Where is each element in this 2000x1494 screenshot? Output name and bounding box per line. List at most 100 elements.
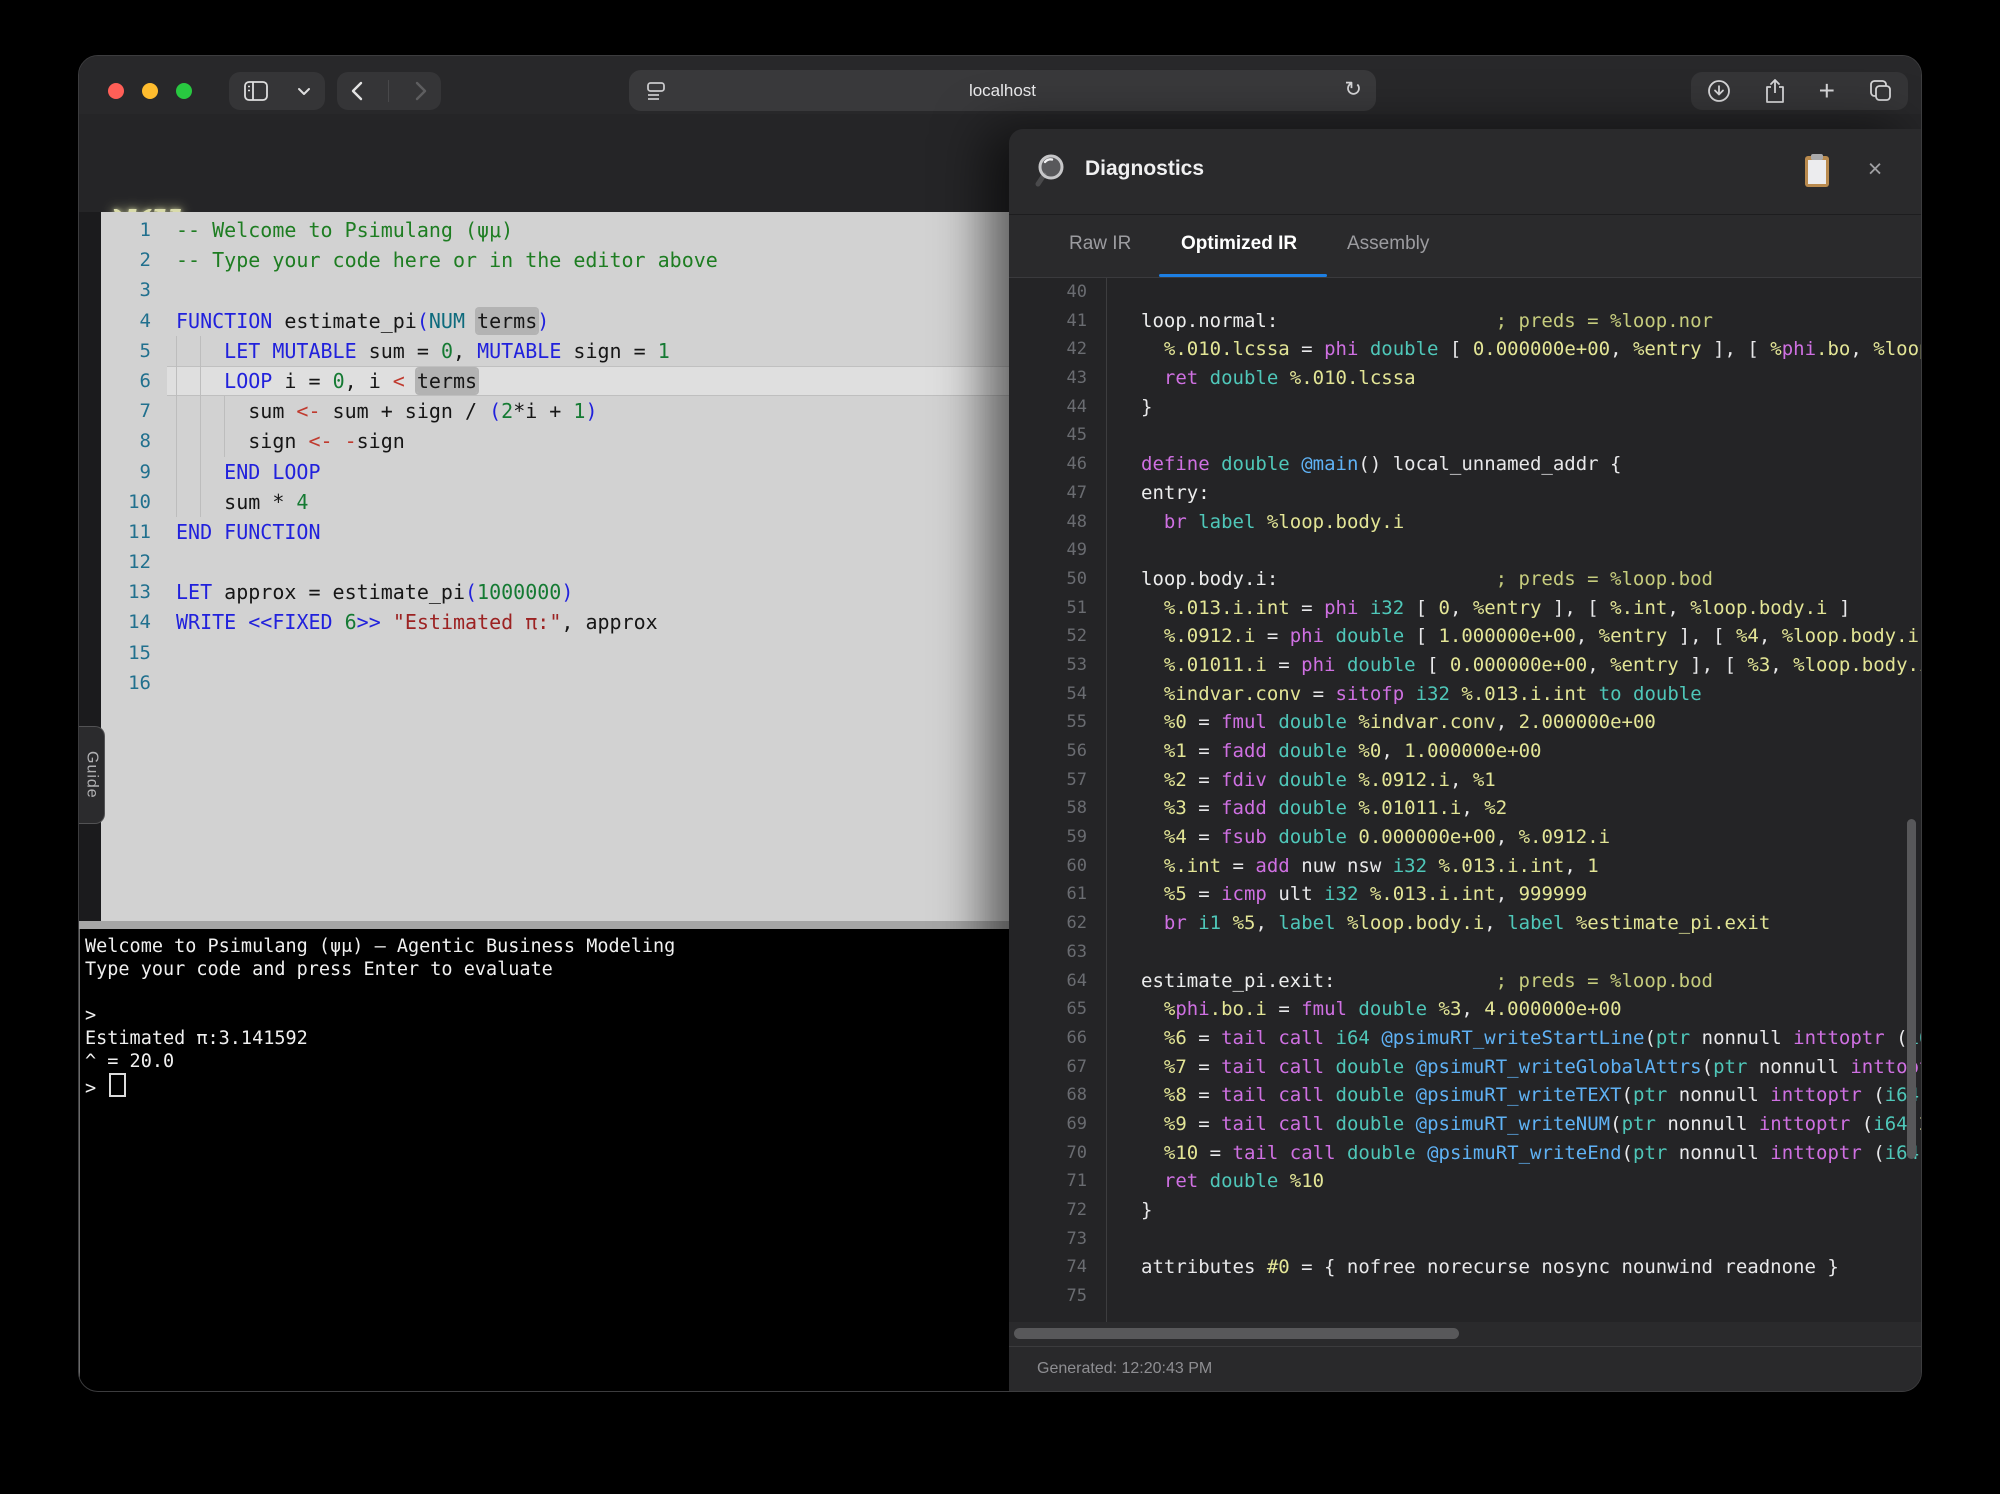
share-button[interactable] <box>1764 78 1786 104</box>
line-code: %9 = tail call double @psimuRT_writeNUM(… <box>1163 1112 1921 1135</box>
forward-icon <box>415 81 427 101</box>
line-number: 63 <box>1066 941 1087 962</box>
line-number: 43 <box>1066 368 1087 389</box>
line-number: 75 <box>1066 1286 1087 1307</box>
url-bar[interactable]: localhost ↻ <box>629 70 1376 111</box>
ir-line: 58 %3 = fadd double %.01011.i, %2 <box>1009 794 1921 823</box>
sidebar-toggle-button[interactable] <box>243 80 269 102</box>
tab-assembly[interactable]: Assembly <box>1347 233 1429 255</box>
ir-line: 42 %.010.lcssa = phi double [ 0.000000e+… <box>1009 335 1921 364</box>
close-window-button[interactable] <box>108 83 124 99</box>
active-tab-underline <box>1159 274 1327 277</box>
nav-divider <box>388 80 390 102</box>
line-number: 49 <box>1066 540 1087 561</box>
line-number: 47 <box>1066 482 1087 503</box>
ir-line: 69 %9 = tail call double @psimuRT_writeN… <box>1009 1110 1921 1139</box>
line-number: 55 <box>1066 712 1087 733</box>
line-number: 74 <box>1066 1257 1087 1278</box>
close-icon: × <box>1867 155 1883 183</box>
editor-line: 13 LET approx = estimate_pi(1000000) <box>79 577 1009 607</box>
line-code: sign <- -sign <box>176 429 405 454</box>
line-number: 71 <box>1066 1171 1087 1192</box>
line-number: 52 <box>1066 626 1087 647</box>
editor-line: 4 FUNCTION estimate_pi(NUM terms) <box>79 306 1009 336</box>
terminal[interactable]: Welcome to Psimulang (ψμ) – Agentic Busi… <box>79 929 1009 1391</box>
line-code: END FUNCTION <box>176 519 321 544</box>
tab-raw-ir[interactable]: Raw IR <box>1069 233 1131 255</box>
ir-line: 53 %.01011.i = phi double [ 0.000000e+00… <box>1009 651 1922 680</box>
generated-timestamp: Generated: 12:20:43 PM <box>1037 1360 1213 1377</box>
terminal-line: > <box>85 1073 675 1099</box>
editor-terminal-divider[interactable] <box>79 921 1009 929</box>
download-icon <box>1708 80 1731 102</box>
zoom-window-button[interactable] <box>176 83 192 99</box>
line-number: 4 <box>139 309 151 332</box>
line-number: 73 <box>1066 1228 1087 1249</box>
ir-line: 52 %.0912.i = phi double [ 1.000000e+00,… <box>1009 622 1921 651</box>
chevron-down-icon <box>298 87 310 95</box>
ir-line: 73 <box>1009 1225 1921 1254</box>
line-number: 40 <box>1066 282 1087 302</box>
line-number: 58 <box>1066 798 1087 819</box>
ir-code-view[interactable]: 40 41 loop.normal: ; preds = %loop.nor 42 %… <box>1009 278 1922 1322</box>
line-number: 6 <box>139 369 151 392</box>
line-code: %.01011.i = phi double [ 0.000000e+00, %… <box>1163 653 1922 676</box>
guide-tab-label: Guide <box>83 751 101 799</box>
line-number: 16 <box>128 671 151 694</box>
line-number: 64 <box>1066 970 1087 991</box>
line-number: 10 <box>128 490 151 513</box>
line-number: 1 <box>139 219 151 241</box>
code-editor[interactable]: 1 -- Welcome to Psimulang (ψμ) 2 -- Type yo… <box>79 212 1009 921</box>
copy-to-clipboard-button[interactable] <box>1803 153 1831 189</box>
minimize-window-button[interactable] <box>142 83 158 99</box>
line-code: -- Welcome to Psimulang (ψμ) <box>176 218 514 242</box>
line-number: 15 <box>128 641 151 664</box>
line-code: br i1 %5, label %loop.body.i, label %est… <box>1163 912 1771 935</box>
ir-line: 68 %8 = tail call double @psimuRT_writeT… <box>1009 1081 1921 1110</box>
tab-overview-button[interactable] <box>1868 79 1892 103</box>
ir-line: 56 %1 = fadd double %0, 1.000000e+00 <box>1009 737 1921 766</box>
ir-line: 67 %7 = tail call double @psimuRT_writeG… <box>1009 1053 1921 1082</box>
close-panel-button[interactable]: × <box>1857 151 1893 187</box>
editor-line: 16 <box>79 668 1009 698</box>
line-code: loop.body.i: ; preds = %loop.bod <box>1141 567 1713 590</box>
ir-line: 61 %5 = icmp ult i32 %.013.i.int, 999999 <box>1009 880 1921 909</box>
gutter-divider <box>1106 278 1107 1322</box>
line-number: 65 <box>1066 999 1087 1020</box>
line-code: %2 = fdiv double %.0912.i, %1 <box>1163 768 1496 791</box>
ir-line: 45 <box>1009 421 1921 450</box>
terminal-output: Welcome to Psimulang (ψμ) – Agentic Busi… <box>85 935 676 1099</box>
line-number: 54 <box>1066 683 1087 704</box>
line-code: %0 = fmul double %indvar.conv, 2.000000e… <box>1163 711 1656 734</box>
line-code: %.013.i.int = phi i32 [ 0, %entry ], [ %… <box>1163 596 1851 619</box>
sidebar-chevron-button[interactable] <box>297 87 311 96</box>
downloads-button[interactable] <box>1707 79 1731 103</box>
plus-icon: + <box>1818 75 1835 106</box>
terminal-line: Welcome to Psimulang (ψμ) – Agentic Busi… <box>85 936 676 957</box>
ir-line: 62 br i1 %5, label %loop.body.i, label %… <box>1009 909 1921 938</box>
line-number: 5 <box>139 339 151 362</box>
ir-line: 43 ret double %.010.lcssa <box>1009 364 1921 393</box>
line-number: 69 <box>1066 1113 1087 1134</box>
reload-button[interactable]: ↻ <box>1344 77 1362 102</box>
editor-line: 10 sum * 4 <box>79 487 1009 517</box>
new-tab-button[interactable]: + <box>1819 77 1835 105</box>
line-number: 70 <box>1066 1142 1087 1163</box>
horizontal-scrollbar[interactable] <box>1014 1328 1459 1339</box>
line-code: %8 = tail call double @psimuRT_writeTEXT… <box>1163 1084 1920 1107</box>
back-button[interactable] <box>350 81 363 101</box>
line-number: 59 <box>1066 827 1087 848</box>
line-number: 3 <box>139 279 151 302</box>
vertical-scrollbar[interactable] <box>1907 819 1916 1159</box>
tab-optimized-ir[interactable]: Optimized IR <box>1181 233 1297 255</box>
back-icon <box>351 81 363 101</box>
indent-guide <box>200 335 201 517</box>
screen: { "browser": { "url": "localhost", "wind… <box>0 0 2000 1494</box>
line-number: 9 <box>139 460 151 483</box>
line-number: 12 <box>128 551 151 574</box>
guide-tab[interactable]: Guide <box>79 726 105 824</box>
forward-button[interactable] <box>415 81 428 101</box>
diagnostics-panel: Diagnostics × Raw IR Optimized IR Assemb… <box>1009 129 1922 1391</box>
ir-line: 40 <box>1009 278 1921 307</box>
